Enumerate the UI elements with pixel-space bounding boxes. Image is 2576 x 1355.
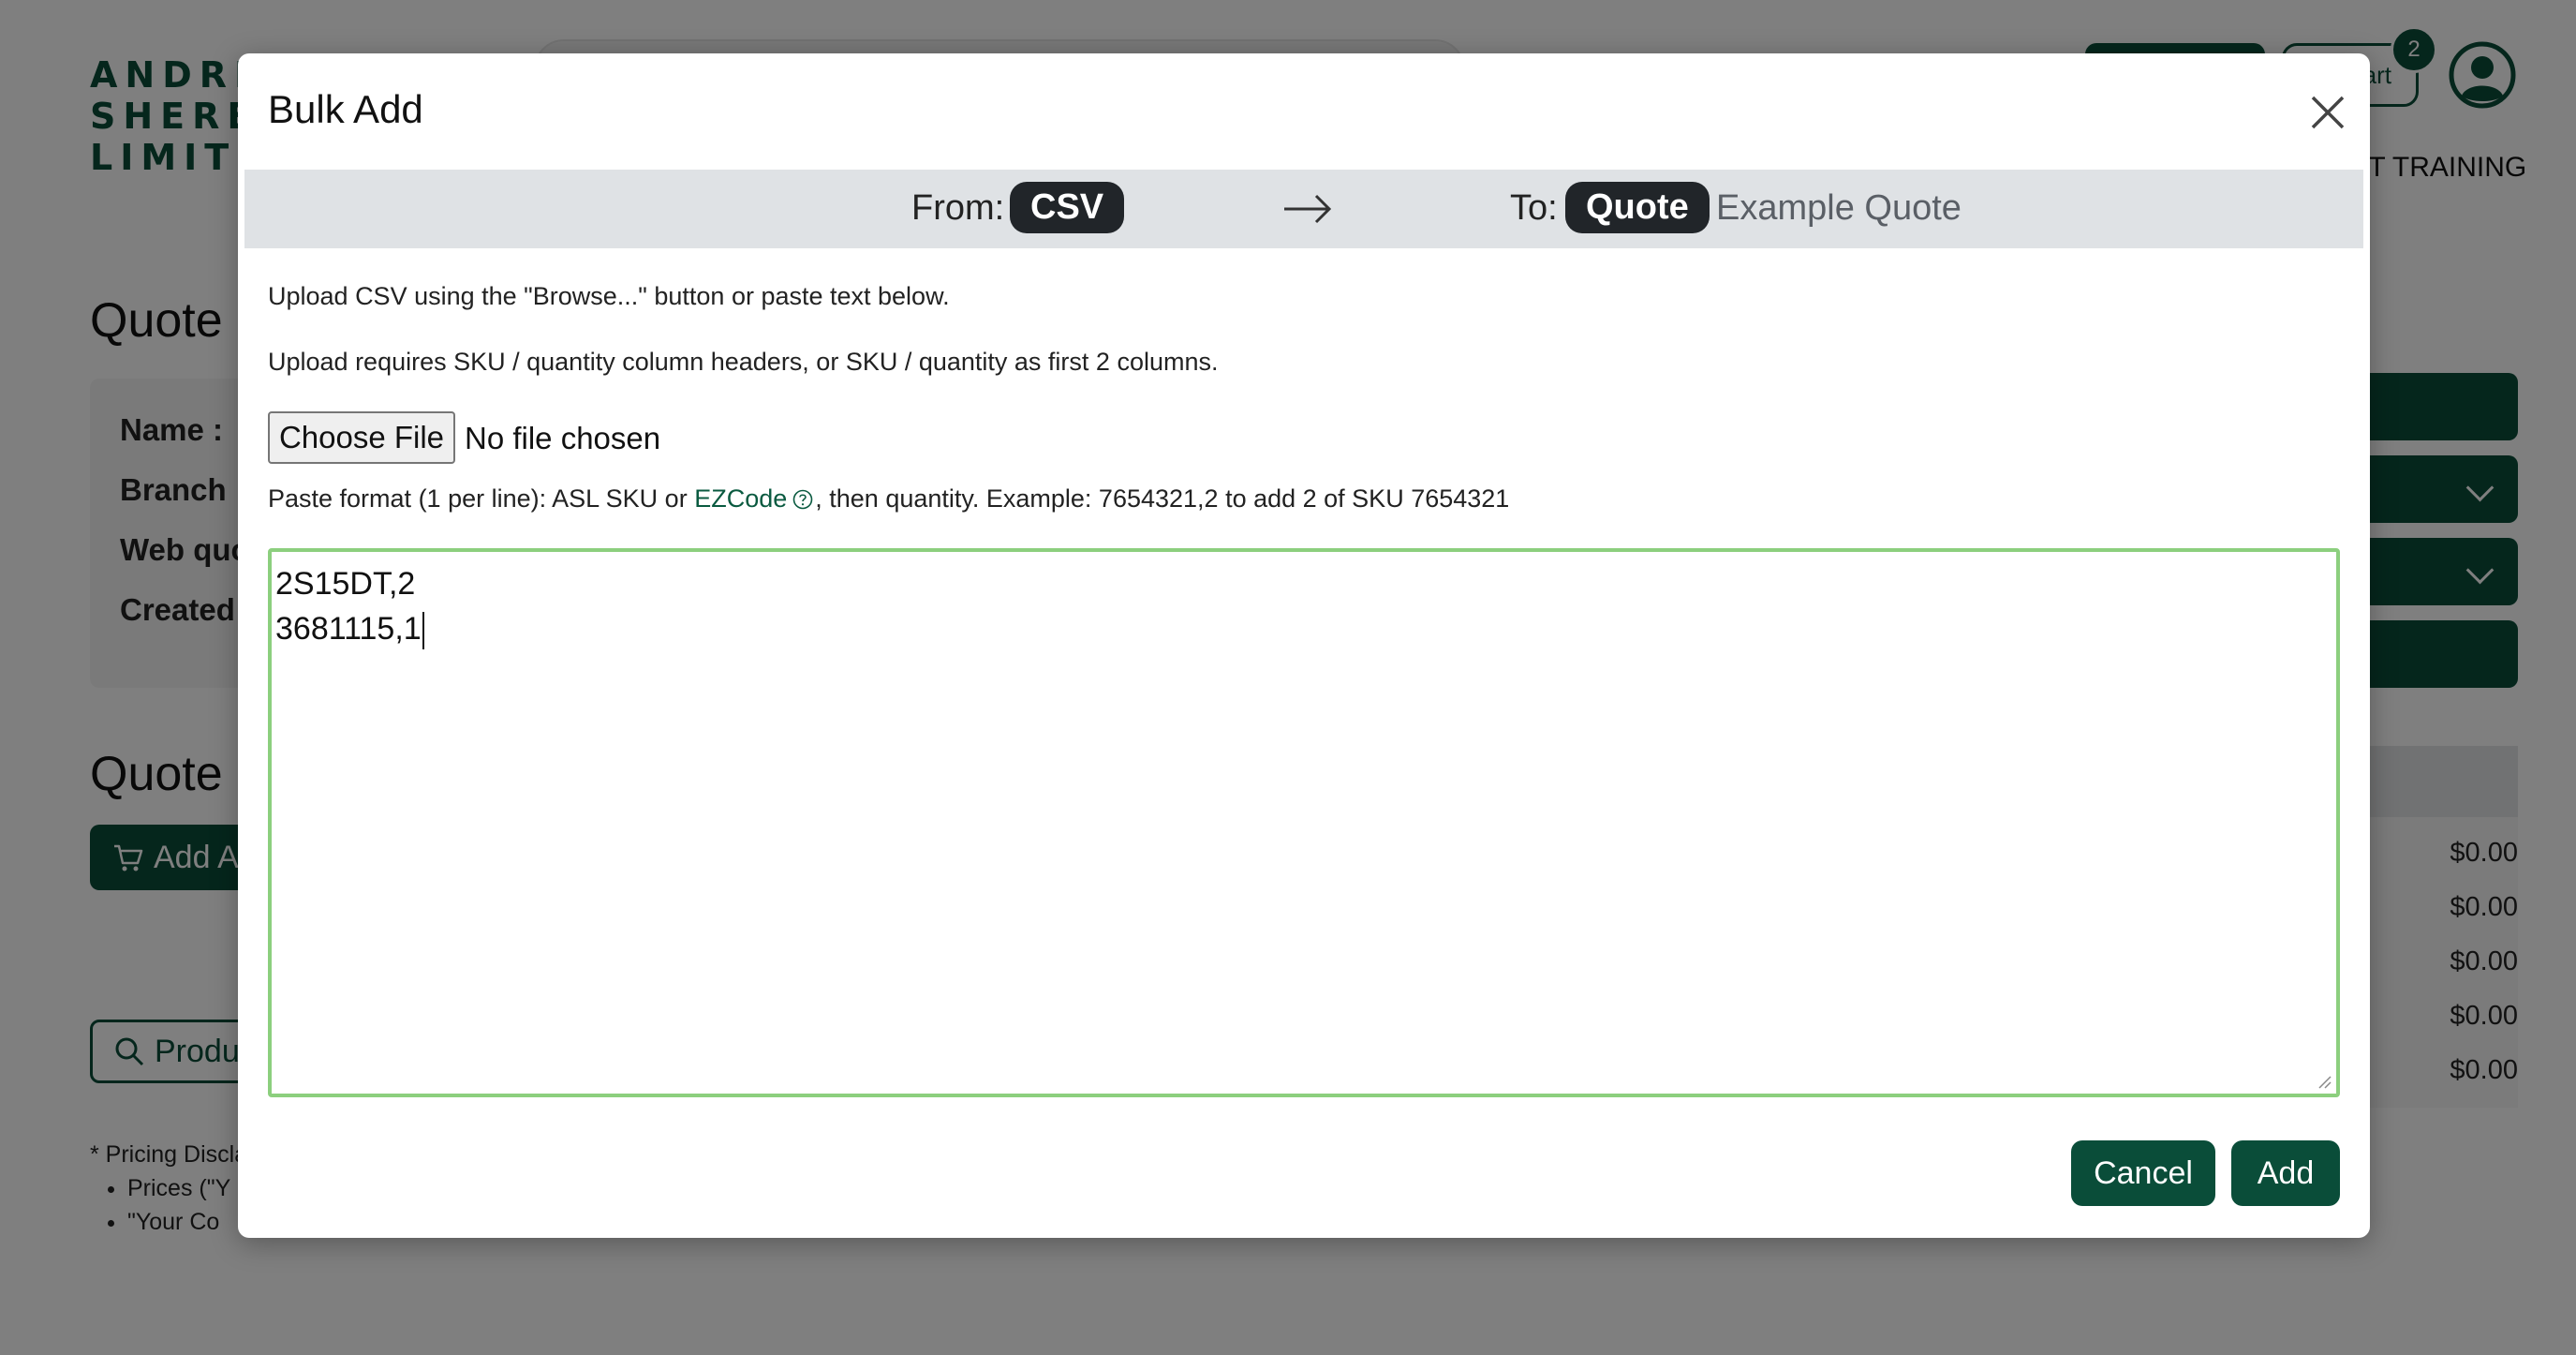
add-button[interactable]: Add (2231, 1140, 2340, 1206)
cancel-button[interactable]: Cancel (2071, 1140, 2215, 1206)
textarea-line-with-caret: 3681115,1 (275, 606, 2332, 651)
resize-handle-icon[interactable] (2316, 1073, 2332, 1090)
text-caret (422, 612, 424, 650)
bulk-add-modal: Bulk Add From: CSV To: Quote Example Quo… (238, 53, 2370, 1238)
modal-title: Bulk Add (268, 87, 423, 131)
upload-requirements: Upload requires SKU / quantity column he… (268, 348, 1219, 376)
upload-instructions: Upload CSV using the "Browse..." button … (268, 282, 950, 310)
textarea-line: 3681115,1 (275, 611, 422, 647)
paste-textarea[interactable]: 2S15DT,2 3681115,1 (268, 548, 2340, 1097)
textarea-line: 2S15DT,2 (275, 566, 416, 602)
ezcode-link[interactable]: EZCode (694, 484, 787, 514)
paste-format-text-end: , then quantity. Example: 7654321,2 to a… (815, 484, 1510, 513)
close-icon[interactable] (2304, 89, 2351, 136)
to-badge: Quote (1565, 182, 1710, 233)
file-status-text: No file chosen (465, 421, 661, 455)
paste-format-text: Paste format (1 per line): ASL SKU or (268, 484, 695, 513)
from-label: From: (911, 188, 1005, 228)
to-label: To: (1510, 188, 1558, 228)
transfer-flow-bar: From: CSV To: Quote Example Quote (244, 170, 2363, 248)
arrow-right-icon (1284, 194, 1332, 224)
target-quote-name: Example Quote (1716, 188, 1962, 228)
choose-file-button[interactable]: Choose File (268, 411, 455, 464)
paste-format-help: Paste format (1 per line): ASL SKU or EZ… (268, 484, 1509, 514)
from-badge: CSV (1010, 182, 1125, 233)
help-circle-icon[interactable] (792, 489, 813, 510)
